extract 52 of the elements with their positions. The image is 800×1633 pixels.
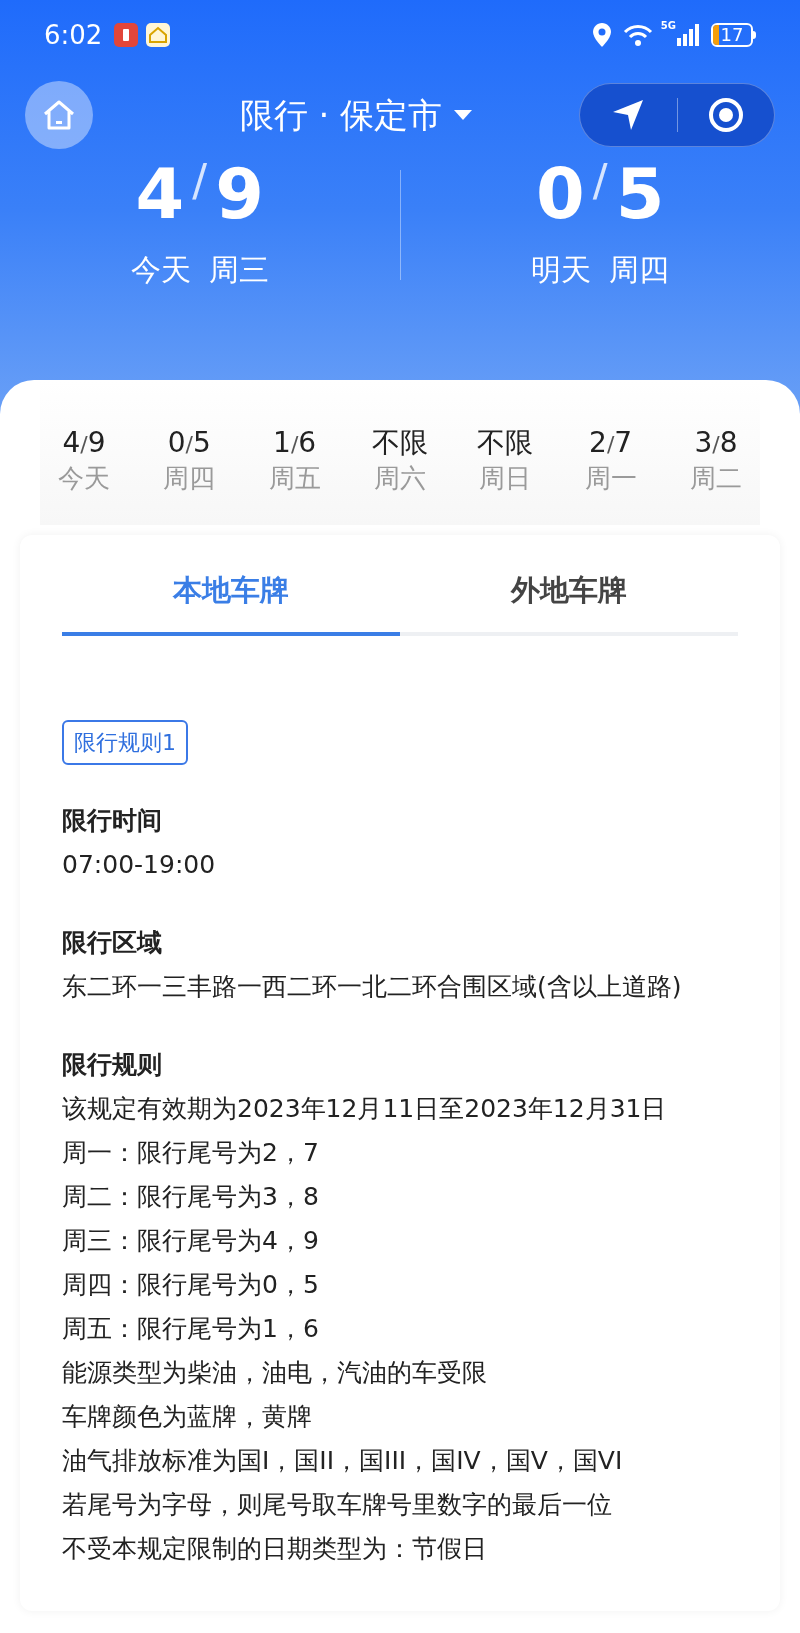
rule-text: 能源类型为柴油，油电，汽油的车受限	[62, 1357, 488, 1389]
day-label: 周二	[689, 462, 742, 495]
navigation-arrow-icon	[611, 98, 646, 132]
plate-tab[interactable]: 外地车牌	[400, 554, 738, 636]
rule-text: 周二：限行尾号为3，8	[62, 1181, 320, 1213]
wifi-icon	[622, 24, 653, 46]
section-heading: 限行时间	[62, 805, 163, 837]
rule-text: 周一：限行尾号为2，7	[62, 1137, 320, 1169]
rule-text: 该规定有效期为2023年12月11日至2023年12月31日	[62, 1093, 668, 1125]
rule-text: 周五：限行尾号为1，6	[62, 1313, 320, 1345]
day-label: 明天	[531, 250, 592, 289]
day-numbers: 3/8	[694, 425, 738, 460]
rule-text: 若尾号为字母，则尾号取车牌号里数字的最后一位	[62, 1489, 613, 1521]
app-notification-icon	[146, 23, 171, 47]
signal-icon	[677, 24, 699, 46]
rule-text: 周四：限行尾号为0，5	[62, 1269, 320, 1301]
day-label: 周一	[584, 462, 637, 495]
caret-icon	[454, 110, 473, 120]
restricted-numbers: 0/5	[536, 158, 665, 229]
city-selector[interactable]: 限行 · 保定市	[93, 89, 579, 141]
rule-tag: 限行规则1	[62, 720, 188, 765]
day-numbers: 4/9	[62, 425, 106, 460]
status-time: 6:02	[44, 18, 103, 52]
network-label: 5G	[660, 19, 676, 33]
rule-text: 东二环一三丰路一西二环一北二环合围区域(含以上道路)	[62, 971, 683, 1003]
day-label: 今天	[130, 250, 191, 289]
day-numbers: 不限	[477, 425, 534, 460]
day-label: 今天	[58, 462, 110, 495]
plate-tab[interactable]: 本地车牌	[62, 554, 400, 636]
day-label: 周六	[374, 462, 426, 495]
day-numbers: 0/5	[167, 425, 211, 460]
day-label: 周四	[163, 462, 216, 495]
app-notification-icon	[114, 23, 139, 47]
restricted-numbers: 4/9	[135, 158, 264, 229]
home-icon	[42, 99, 76, 131]
day-label: 周日	[479, 462, 532, 495]
weekday-label: 周三	[208, 250, 269, 289]
weekday-label: 周四	[609, 250, 670, 289]
day-numbers: 1/6	[273, 425, 317, 460]
rule-text: 不受本规定限制的日期类型为：节假日	[62, 1533, 488, 1565]
day-numbers: 2/7	[589, 425, 633, 460]
day-label: 周五	[268, 462, 321, 495]
rule-text: 07:00-19:00	[62, 849, 217, 881]
section-heading: 限行规则	[62, 1049, 163, 1081]
target-icon	[707, 97, 744, 133]
rule-text: 车牌颜色为蓝牌，黄牌	[62, 1401, 313, 1433]
rule-text: 周三：限行尾号为4，9	[62, 1225, 320, 1257]
battery-icon: 17	[711, 23, 756, 47]
section-heading: 限行区域	[62, 927, 163, 959]
location-icon	[592, 23, 611, 47]
day-numbers: 不限	[372, 425, 428, 460]
rule-text: 油气排放标准为国I，国II，国III，国IV，国V，国VI	[62, 1445, 624, 1477]
